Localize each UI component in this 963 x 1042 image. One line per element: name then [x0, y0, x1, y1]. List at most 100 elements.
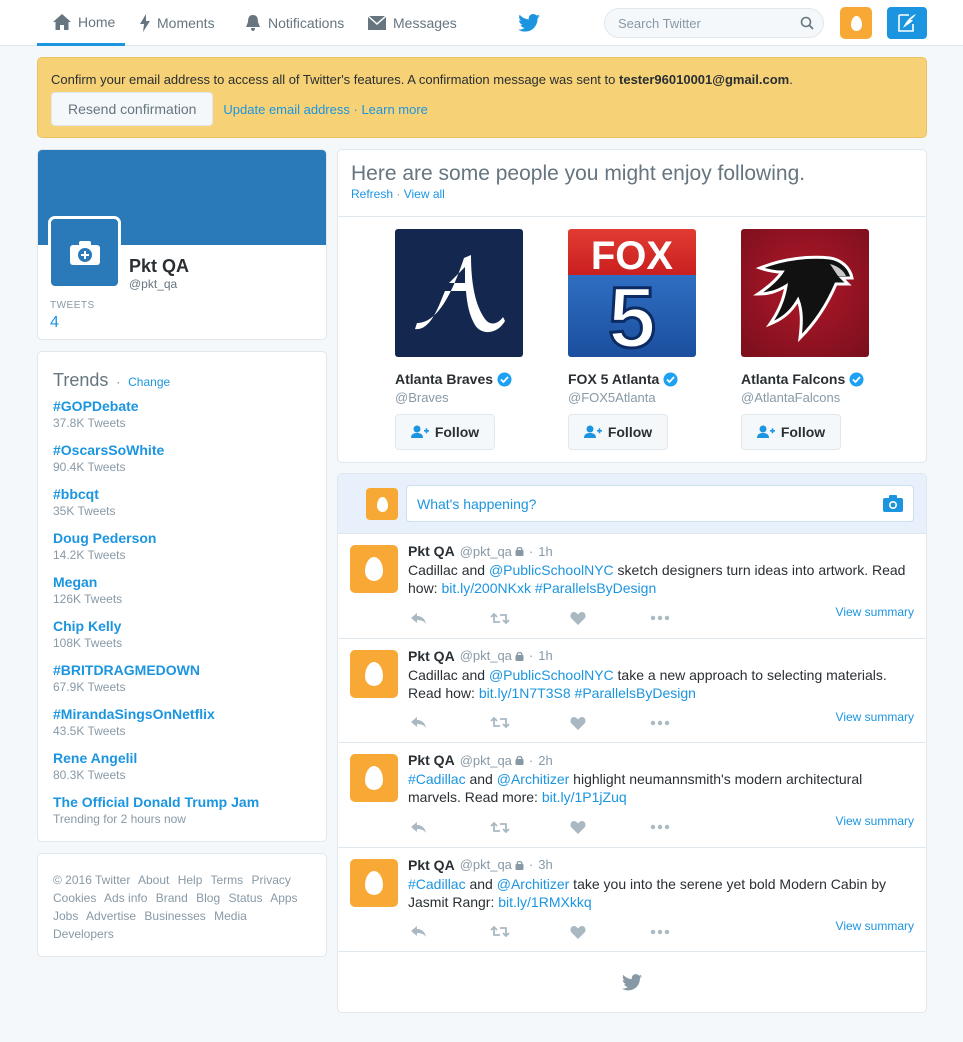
tweet-link[interactable]: @Architizer	[497, 771, 570, 787]
more-button[interactable]	[650, 715, 730, 731]
tweet-link[interactable]: @PublicSchoolNYC	[489, 667, 614, 683]
view-summary-link[interactable]: View summary	[836, 710, 914, 724]
learn-more-link[interactable]: Learn more	[361, 102, 427, 117]
view-summary-link[interactable]: View summary	[836, 814, 914, 828]
nav-notifications[interactable]: Notifications	[244, 0, 344, 46]
twitter-logo-icon[interactable]	[518, 14, 540, 32]
footer-link[interactable]: Privacy	[252, 873, 291, 887]
braves-name[interactable]: Atlanta Braves	[395, 371, 493, 387]
tweet-link[interactable]: @PublicSchoolNYC	[489, 562, 614, 578]
like-button[interactable]	[570, 924, 650, 940]
more-button[interactable]	[650, 610, 730, 626]
trend-name[interactable]: The Official Donald Trump Jam	[53, 793, 311, 811]
footer-link[interactable]: About	[138, 873, 169, 887]
like-button[interactable]	[570, 715, 650, 731]
follow-button-falcons[interactable]: Follow	[741, 414, 841, 450]
tweet-avatar[interactable]	[350, 754, 398, 802]
search-icon[interactable]	[800, 16, 814, 30]
falcons-name[interactable]: Atlanta Falcons	[741, 371, 845, 387]
braves-handle[interactable]: @Braves	[395, 390, 535, 405]
footer-link[interactable]: Ads info	[104, 891, 147, 905]
tweet-link[interactable]: bit.ly/1P1jZuq	[542, 789, 627, 805]
tweet-avatar[interactable]	[350, 649, 398, 698]
more-button[interactable]	[650, 924, 730, 940]
view-summary-link[interactable]: View summary	[836, 919, 914, 933]
tweet-time[interactable]: 2h	[538, 753, 552, 768]
footer-link[interactable]: Help	[178, 873, 203, 887]
trend-name[interactable]: Chip Kelly	[53, 617, 311, 635]
trend-item[interactable]: #MirandaSingsOnNetflix 43.5K Tweets	[53, 705, 311, 749]
more-button[interactable]	[650, 819, 730, 835]
tweet-time[interactable]: 3h	[538, 857, 552, 872]
trend-item[interactable]: #BRITDRAGMEDOWN 67.9K Tweets	[53, 661, 311, 705]
trend-item[interactable]: #GOPDebate 37.8K Tweets	[53, 397, 311, 441]
retweet-button[interactable]	[490, 819, 570, 835]
trend-item[interactable]: Megan 126K Tweets	[53, 573, 311, 617]
view-all-link[interactable]: View all	[404, 187, 445, 201]
fox5-logo[interactable]: FOX 5	[568, 229, 696, 357]
search-input[interactable]	[605, 9, 785, 37]
footer-link[interactable]: Businesses	[144, 909, 205, 923]
tweet-link[interactable]: #ParallelsByDesign	[535, 580, 656, 596]
falcons-handle[interactable]: @AtlantaFalcons	[741, 390, 881, 405]
trend-name[interactable]: Rene Angelil	[53, 749, 311, 767]
suggestion-name[interactable]: FOX 5 Atlanta	[568, 371, 708, 387]
compose-tweet-button[interactable]	[887, 7, 927, 39]
follow-button-braves[interactable]: Follow	[395, 414, 495, 450]
footer-link[interactable]: Media	[214, 909, 247, 923]
search-box[interactable]	[604, 8, 824, 38]
tweet-author-name[interactable]: Pkt QA	[408, 648, 455, 664]
tweet-time[interactable]: 1h	[538, 544, 552, 559]
retweet-button[interactable]	[490, 715, 570, 731]
tweet-author-name[interactable]: Pkt QA	[408, 857, 455, 873]
trend-name[interactable]: Doug Pederson	[53, 529, 311, 547]
reply-button[interactable]	[410, 924, 490, 940]
footer-link[interactable]: Blog	[196, 891, 220, 905]
retweet-button[interactable]	[490, 924, 570, 940]
tweet-link[interactable]: #Cadillac	[408, 876, 466, 892]
update-email-link[interactable]: Update email address	[223, 102, 349, 117]
view-summary-link[interactable]: View summary	[836, 605, 914, 619]
composer-avatar[interactable]	[366, 488, 398, 520]
footer-link[interactable]: Cookies	[53, 891, 96, 905]
nav-messages[interactable]: Messages	[367, 0, 457, 46]
trend-name[interactable]: #bbcqt	[53, 485, 311, 503]
tweet-avatar[interactable]	[350, 858, 398, 907]
tweets-label[interactable]: TWEETS	[50, 300, 95, 311]
trend-name[interactable]: #GOPDebate	[53, 397, 311, 415]
profile-avatar[interactable]	[48, 216, 121, 289]
tweet-link[interactable]: bit.ly/1N7T3S8	[479, 685, 571, 701]
tweet-time[interactable]: 1h	[538, 648, 552, 663]
like-button[interactable]	[570, 610, 650, 626]
tweet-avatar[interactable]	[350, 545, 398, 593]
trend-name[interactable]: Megan	[53, 573, 311, 591]
footer-link[interactable]: Terms	[211, 873, 244, 887]
tweet-link[interactable]: bit.ly/200NKxk	[441, 580, 530, 596]
trend-item[interactable]: Chip Kelly 108K Tweets	[53, 617, 311, 661]
footer-link[interactable]: Brand	[156, 891, 188, 905]
tweet-author-handle[interactable]: @pkt_qa	[460, 544, 512, 559]
profile-handle[interactable]: @pkt_qa	[129, 277, 177, 291]
trend-name[interactable]: #OscarsSoWhite	[53, 441, 311, 459]
tweet-author-handle[interactable]: @pkt_qa	[460, 648, 512, 663]
tweet-link[interactable]: bit.ly/1RMXkkq	[498, 894, 591, 910]
suggestion-name[interactable]: Atlanta Braves	[395, 371, 535, 387]
nav-home[interactable]: Home	[37, 0, 125, 46]
nav-moments[interactable]: Moments	[139, 0, 215, 46]
trend-item[interactable]: The Official Donald Trump Jam Trending f…	[53, 793, 311, 837]
footer-link[interactable]: Apps	[270, 891, 297, 905]
tweet-link[interactable]: #Cadillac	[408, 771, 466, 787]
camera-icon[interactable]	[883, 495, 903, 512]
trend-name[interactable]: #BRITDRAGMEDOWN	[53, 661, 311, 679]
trend-item[interactable]: #bbcqt 35K Tweets	[53, 485, 311, 529]
fox5-name[interactable]: FOX 5 Atlanta	[568, 371, 659, 387]
tweets-count[interactable]: 4	[50, 314, 59, 332]
footer-link[interactable]: Jobs	[53, 909, 78, 923]
trend-item[interactable]: Doug Pederson 14.2K Tweets	[53, 529, 311, 573]
trend-name[interactable]: #MirandaSingsOnNetflix	[53, 705, 311, 723]
tweet-author-handle[interactable]: @pkt_qa	[460, 857, 512, 872]
tweet-item[interactable]: Pkt QA @pkt_qa · 1h Cadillac and @Public…	[338, 534, 926, 639]
user-avatar-menu[interactable]	[840, 7, 872, 39]
tweet-link[interactable]: @Architizer	[497, 876, 570, 892]
tweet-author-name[interactable]: Pkt QA	[408, 752, 455, 768]
